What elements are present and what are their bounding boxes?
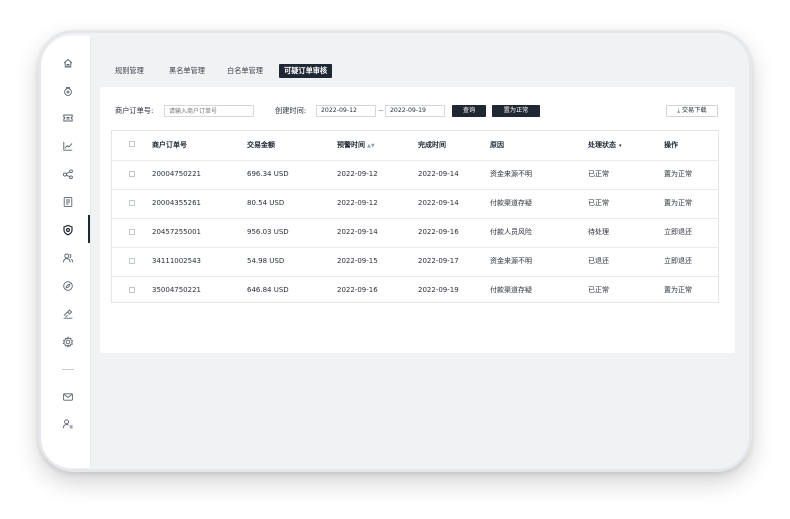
- status-cell: 已正常: [588, 286, 609, 294]
- home-icon[interactable]: [62, 57, 74, 69]
- amount-cell: 646.84 USD: [247, 286, 289, 294]
- order-no-cell: 34111002543: [152, 257, 201, 265]
- shield-icon[interactable]: [62, 224, 74, 236]
- header-amount: 交易金额: [247, 141, 275, 149]
- action-link[interactable]: 置为正常: [664, 189, 692, 218]
- order-number-label: 商户订单号:: [115, 106, 154, 115]
- table-header-row: 商户订单号 交易金额 预警时间 ▲▼ 完成时间 原因 处理状态 ▾ 操作: [112, 131, 718, 161]
- lock-icon[interactable]: [62, 85, 74, 97]
- row-checkbox[interactable]: [129, 200, 135, 206]
- order-no-cell: 35004750221: [152, 286, 201, 294]
- active-indicator: [88, 215, 90, 243]
- select-all-checkbox[interactable]: [129, 141, 135, 147]
- reason-cell: 付款渠道存疑: [490, 199, 532, 207]
- status-cell: 已退还: [588, 257, 609, 265]
- chart-icon[interactable]: [62, 140, 74, 152]
- table-row: 20004355261 80.54 USD 2022-09-12 2022-09…: [112, 189, 718, 219]
- table-row: 20457255001 956.03 USD 2022-09-14 2022-0…: [112, 218, 718, 248]
- action-link[interactable]: 置为正常: [664, 160, 692, 189]
- sidebar-divider: [62, 369, 74, 370]
- tab-suspicious-orders[interactable]: 可疑订单审核: [279, 64, 333, 78]
- settings-icon[interactable]: [62, 336, 74, 348]
- date-to-input[interactable]: 2022-09-19: [385, 105, 445, 117]
- order-no-cell: 20004355261: [152, 199, 201, 207]
- done-time-cell: 2022-09-16: [418, 228, 459, 236]
- download-icon: ⤓: [677, 108, 680, 114]
- amount-cell: 956.03 USD: [247, 228, 289, 236]
- header-action: 操作: [664, 141, 678, 149]
- created-time-label: 创建时间:: [275, 106, 307, 115]
- user-list-icon[interactable]: [62, 418, 74, 430]
- row-checkbox[interactable]: [129, 258, 135, 264]
- mail-icon[interactable]: [62, 391, 74, 403]
- orders-table: 商户订单号 交易金额 预警时间 ▲▼ 完成时间 原因 处理状态 ▾ 操作 20004…: [111, 130, 719, 303]
- alert-time-cell: 2022-09-15: [337, 257, 378, 265]
- table-row: 20004750221 696.34 USD 2022-09-12 2022-0…: [112, 160, 718, 190]
- header-alert-time[interactable]: 预警时间 ▲▼: [337, 131, 375, 161]
- action-link[interactable]: 立即退还: [664, 218, 692, 247]
- users-icon[interactable]: [62, 252, 74, 264]
- set-normal-button[interactable]: 置为正常: [492, 105, 540, 117]
- table-row: 34111002543 54.98 USD 2022-09-15 2022-09…: [112, 247, 718, 277]
- status-cell: 待处理: [588, 228, 609, 236]
- reason-cell: 资金来源不明: [490, 170, 532, 178]
- sort-icon: ▲▼: [367, 143, 375, 149]
- header-order-no: 商户订单号: [152, 141, 187, 149]
- order-number-input[interactable]: [164, 105, 254, 117]
- alert-time-cell: 2022-09-16: [337, 286, 378, 294]
- status-cell: 已正常: [588, 170, 609, 178]
- query-button[interactable]: 查询: [452, 105, 486, 117]
- header-status[interactable]: 处理状态 ▾: [588, 131, 622, 161]
- action-link[interactable]: 立即退还: [664, 247, 692, 276]
- alert-time-cell: 2022-09-14: [337, 228, 378, 236]
- row-checkbox[interactable]: [129, 287, 135, 293]
- alert-time-cell: 2022-09-12: [337, 199, 378, 207]
- alert-time-cell: 2022-09-12: [337, 170, 378, 178]
- filter-caret-icon: ▾: [619, 143, 622, 149]
- hand-icon[interactable]: [62, 308, 74, 320]
- compass-icon[interactable]: [62, 280, 74, 292]
- download-transactions-button[interactable]: ⤓ 交易下载: [666, 105, 718, 117]
- date-from-input[interactable]: 2022-09-12: [316, 105, 376, 117]
- done-time-cell: 2022-09-14: [418, 199, 459, 207]
- tab-blacklist[interactable]: 黑名单管理: [169, 64, 205, 78]
- done-time-cell: 2022-09-14: [418, 170, 459, 178]
- amount-cell: 696.34 USD: [247, 170, 289, 178]
- order-no-cell: 20457255001: [152, 228, 201, 236]
- tab-whitelist[interactable]: 白名单管理: [227, 64, 263, 78]
- reason-cell: 付款人员风险: [490, 228, 532, 236]
- header-alert-time-label: 预警时间: [337, 141, 365, 149]
- header-done-time: 完成时间: [418, 141, 446, 149]
- download-label: 交易下载: [681, 107, 707, 114]
- share-icon[interactable]: [62, 168, 74, 180]
- ticket-icon[interactable]: [62, 112, 74, 124]
- action-link[interactable]: 置为正常: [664, 276, 692, 305]
- amount-cell: 54.98 USD: [247, 257, 285, 265]
- header-status-label: 处理状态: [588, 141, 616, 149]
- row-checkbox[interactable]: [129, 229, 135, 235]
- row-checkbox[interactable]: [129, 171, 135, 177]
- header-reason: 原因: [490, 141, 504, 149]
- reason-cell: 付款渠道存疑: [490, 286, 532, 294]
- document-icon[interactable]: [62, 196, 74, 208]
- done-time-cell: 2022-09-19: [418, 286, 459, 294]
- reason-cell: 资金来源不明: [490, 257, 532, 265]
- order-no-cell: 20004750221: [152, 170, 201, 178]
- done-time-cell: 2022-09-17: [418, 257, 459, 265]
- tab-rules[interactable]: 规则管理: [115, 64, 144, 78]
- table-row: 35004750221 646.84 USD 2022-09-16 2022-0…: [112, 276, 718, 305]
- amount-cell: 80.54 USD: [247, 199, 285, 207]
- status-cell: 已正常: [588, 199, 609, 207]
- date-separator: ~: [378, 106, 385, 115]
